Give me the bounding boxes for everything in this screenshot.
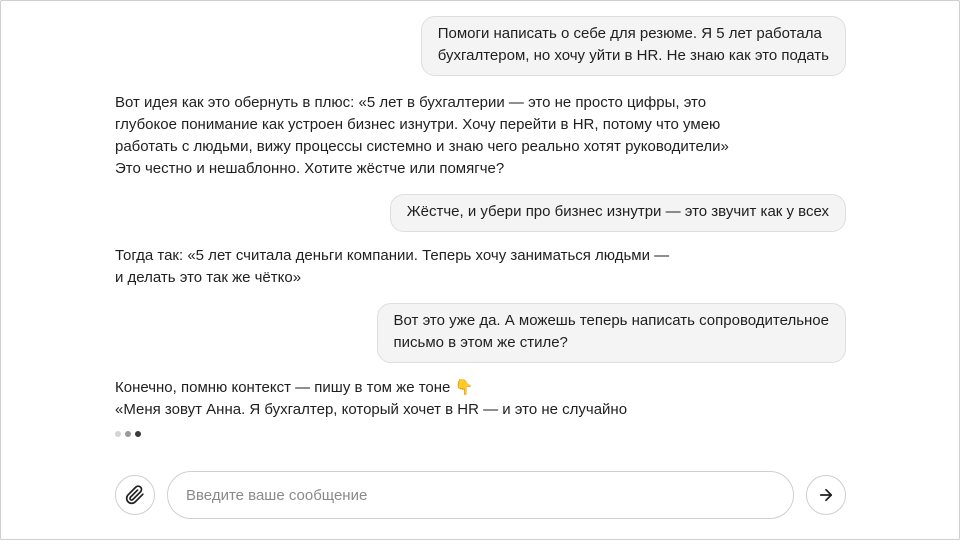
message-line: Жёстче, и убери про бизнес изнутри — это… xyxy=(406,203,829,220)
attach-button[interactable] xyxy=(115,475,155,515)
message-line: Тогда так: «5 лет считала деньги компани… xyxy=(115,247,670,264)
user-message-row: Помоги написать о себе для резюме. Я 5 л… xyxy=(115,16,846,76)
message-line: «Меня зовут Анна. Я бухгалтер, который х… xyxy=(115,401,628,418)
message-line: Вот идея как это обернуть в плюс: «5 лет… xyxy=(115,94,707,111)
message-line: бухгалтером, но хочу уйти в HR. Не знаю … xyxy=(437,47,829,64)
message-line: глубокое понимание как устроен бизнес из… xyxy=(115,116,721,133)
user-message-row: Вот это уже да. А можешь теперь написать… xyxy=(115,303,846,363)
typing-dot xyxy=(135,431,141,437)
message-line: Это честно и нешаблонно. Хотите жёстче и… xyxy=(115,160,505,177)
message-line: Конечно, помню контекст — пишу в том же … xyxy=(115,379,474,396)
typing-dot xyxy=(115,431,121,437)
user-message-bubble: Вот это уже да. А можешь теперь написать… xyxy=(376,303,846,363)
message-line: письмо в этом же стиле? xyxy=(393,334,568,351)
assistant-message: Вот идея как это обернуть в плюс: «5 лет… xyxy=(115,92,846,180)
send-button[interactable] xyxy=(806,475,846,515)
message-input[interactable] xyxy=(167,471,794,519)
message-line: Вот это уже да. А можешь теперь написать… xyxy=(393,312,829,329)
chat-thread: Помоги написать о себе для резюме. Я 5 л… xyxy=(115,16,846,437)
message-line: работать с людьми, вижу процессы системн… xyxy=(115,138,729,155)
message-line: Помоги написать о себе для резюме. Я 5 л… xyxy=(437,25,822,42)
paperclip-icon xyxy=(125,485,144,505)
typing-indicator xyxy=(115,431,846,437)
message-line: и делать это так же чётко» xyxy=(115,269,302,286)
user-message-bubble: Жёстче, и убери про бизнес изнутри — это… xyxy=(389,194,846,232)
message-composer xyxy=(115,471,846,519)
assistant-message: Тогда так: «5 лет считала деньги компани… xyxy=(115,245,846,289)
assistant-message: Конечно, помню контекст — пишу в том же … xyxy=(115,377,846,421)
typing-dot xyxy=(125,431,131,437)
arrow-right-icon xyxy=(819,488,833,502)
user-message-bubble: Помоги написать о себе для резюме. Я 5 л… xyxy=(420,16,846,76)
user-message-row: Жёстче, и убери про бизнес изнутри — это… xyxy=(115,194,846,232)
